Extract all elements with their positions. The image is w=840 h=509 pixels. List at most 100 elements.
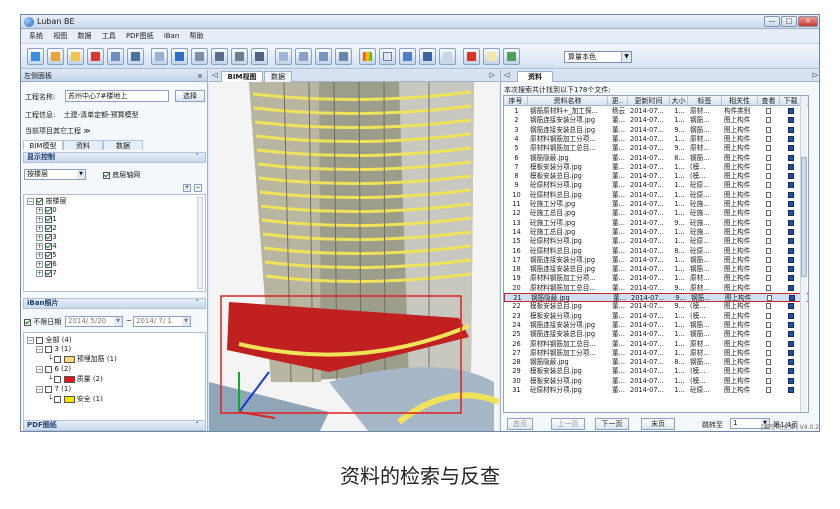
table-row[interactable]: 16 砼原材料总目.jpg 董... 2014-07... 8... 砼原... 图上构件 <box>504 247 808 256</box>
download-icon[interactable] <box>789 295 795 301</box>
download-icon[interactable] <box>788 321 794 328</box>
cell-view[interactable] <box>766 274 776 283</box>
expand-icon[interactable]: + <box>36 224 43 232</box>
import-icon[interactable] <box>27 48 44 65</box>
table2-icon[interactable] <box>295 48 312 65</box>
photo-category[interactable]: └ 安全 (1) <box>48 395 103 404</box>
cell-view[interactable] <box>766 312 776 321</box>
floor-item[interactable]: + 4 <box>36 242 57 251</box>
cell-view[interactable] <box>766 172 776 181</box>
floor-item[interactable]: + 7 <box>36 269 57 278</box>
minimize-button[interactable]: — <box>764 16 780 27</box>
cell-download[interactable] <box>788 265 798 274</box>
table-row[interactable]: 2 钢筋连接安装分项.jpg 董... 2014-07... 1... 钢筋... 图上构件 <box>504 116 808 125</box>
table-row[interactable]: 27 原材料钢筋加工分项... 董... 2014-07... 1... 原材... 图上构… <box>504 349 808 358</box>
photo-floor-node[interactable]: − 7 (1) <box>36 385 71 394</box>
cell-view[interactable] <box>766 302 776 311</box>
floor-checkbox[interactable] <box>45 233 53 241</box>
photo-category[interactable]: └ 质量 (2) <box>48 375 103 384</box>
base-grid-checkbox[interactable] <box>103 171 110 179</box>
photo-category-checkbox[interactable] <box>54 395 62 403</box>
unlimited-date-checkbox[interactable] <box>24 318 31 326</box>
cell-view[interactable] <box>766 181 776 190</box>
view-doc-icon[interactable] <box>766 126 771 133</box>
tab-scroll-right-icon[interactable]: ▷ <box>813 71 818 79</box>
cell-download[interactable] <box>788 330 798 339</box>
download-icon[interactable] <box>788 284 794 291</box>
table-row[interactable]: 1 钢筋原材料+_加工探... 杨云 2014-07... 1... 原材... 构件类别 <box>504 107 808 116</box>
view-doc-icon[interactable] <box>766 368 771 375</box>
download-icon[interactable] <box>788 359 794 366</box>
close-icon[interactable]: × <box>197 70 203 82</box>
cell-view[interactable] <box>766 247 776 256</box>
view-doc-icon[interactable] <box>766 247 771 254</box>
cell-view[interactable] <box>766 209 776 218</box>
photo2-icon[interactable] <box>503 48 520 65</box>
table-row[interactable]: 13 砼施工分项.jpg 董... 2014-07... 9... 砼施... 图上构件 <box>504 219 808 228</box>
cell-download[interactable] <box>788 321 798 330</box>
download-icon[interactable] <box>788 266 794 273</box>
photo-floor-checkbox[interactable] <box>45 365 53 373</box>
download-icon[interactable] <box>788 340 794 347</box>
cell-view[interactable] <box>766 135 776 144</box>
view-doc-icon[interactable] <box>766 163 771 170</box>
floor-checkbox[interactable] <box>45 260 53 268</box>
grid-icon[interactable] <box>127 48 144 65</box>
menu-iban[interactable]: iBan <box>164 30 179 42</box>
collapse-all-button[interactable]: − <box>194 184 202 192</box>
col-updater[interactable]: 更.. <box>608 96 628 106</box>
view-doc-icon[interactable] <box>766 321 771 328</box>
expand-icon[interactable]: + <box>36 260 43 268</box>
cell-view[interactable] <box>766 330 776 339</box>
col-relevance[interactable]: 相关性 <box>722 96 758 106</box>
menu-pdf[interactable]: PDF图纸 <box>126 30 154 42</box>
floor-checkbox[interactable] <box>45 215 53 223</box>
download-icon[interactable] <box>788 368 794 375</box>
view-doc-icon[interactable] <box>766 219 771 226</box>
menu-system[interactable]: 系统 <box>29 30 43 42</box>
view-doc-icon[interactable] <box>766 201 771 207</box>
download-icon[interactable] <box>788 247 794 254</box>
cell-download[interactable] <box>788 340 798 349</box>
table-row[interactable]: 9 砼原材料分项.jpg 董... 2014-07... 1... 砼原... 图上构件 <box>504 181 808 190</box>
view-doc-icon[interactable] <box>767 295 772 301</box>
view-doc-icon[interactable] <box>766 135 771 142</box>
cell-view[interactable] <box>766 144 776 153</box>
palette-icon[interactable] <box>359 48 376 65</box>
cell-view[interactable] <box>766 191 776 200</box>
cell-download[interactable] <box>788 181 798 190</box>
col-download[interactable]: 下载 <box>780 96 802 106</box>
table-row[interactable]: 11 砼施工分项.jpg 董... 2014-07... 1... 砼施... 图上构件 <box>504 200 808 209</box>
cell-download[interactable] <box>788 358 798 367</box>
view-doc-icon[interactable] <box>766 145 771 152</box>
download-icon[interactable] <box>788 108 794 114</box>
floor-item[interactable]: + 1 <box>36 215 57 224</box>
other-project-link[interactable]: 当前项目其它工程 ≫ <box>25 126 91 136</box>
download-icon[interactable] <box>788 312 794 319</box>
collapse-icon[interactable]: − <box>36 345 43 353</box>
cell-download[interactable] <box>788 284 798 293</box>
view-doc-icon[interactable] <box>766 191 771 198</box>
cell-view[interactable] <box>766 349 776 358</box>
cell-download[interactable] <box>788 107 798 116</box>
cell-download[interactable] <box>788 200 798 209</box>
download-icon[interactable] <box>788 303 794 310</box>
col-name[interactable]: 资料名称 <box>528 96 608 106</box>
next-page-button[interactable]: 下一页 <box>595 418 629 430</box>
cell-download[interactable] <box>788 274 798 283</box>
view-doc-icon[interactable] <box>766 182 771 189</box>
floor-root-checkbox[interactable] <box>36 197 44 205</box>
cell-download[interactable] <box>788 172 798 181</box>
project-input[interactable]: 苏州中心7#楼地上 <box>65 90 169 102</box>
download-icon[interactable] <box>788 173 794 180</box>
view-doc-icon[interactable] <box>766 173 771 180</box>
download-icon[interactable] <box>788 201 794 207</box>
table-row[interactable]: 18 钢筋连接安装总目.jpg 董... 2014-07... 1... 钢筋... 图上构… <box>504 265 808 274</box>
cell-download[interactable] <box>788 349 798 358</box>
cell-view[interactable] <box>766 377 776 386</box>
expand-all-button[interactable]: + <box>183 184 191 192</box>
cell-download[interactable] <box>788 386 798 395</box>
view-doc-icon[interactable] <box>766 117 771 124</box>
floor-item[interactable]: + 3 <box>36 233 57 242</box>
cell-download[interactable] <box>788 144 798 153</box>
